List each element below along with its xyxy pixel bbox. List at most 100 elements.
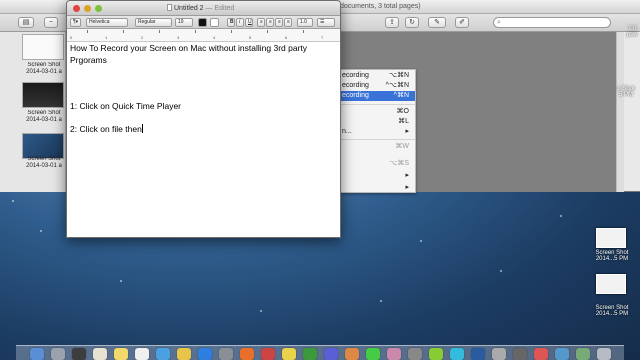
star [380,300,382,302]
menu-item: ecording ^⌥⌘N [341,81,415,91]
quicktime-icon[interactable] [471,348,485,360]
menu-item: ▸ [341,171,415,181]
vertical-scrollbar[interactable] [616,32,624,192]
text-color-well[interactable] [198,18,207,27]
star [500,270,502,272]
app-icon-7[interactable] [387,348,401,360]
app-icon-3[interactable] [303,348,317,360]
app-icon-2[interactable] [282,348,296,360]
sidebar-toggle-button[interactable]: ▤ [18,17,34,28]
app-icon-10[interactable] [450,348,464,360]
thumbnail-label-line2: 2014-03-01 a [26,117,62,123]
safari-icon[interactable] [156,348,170,360]
desktop-label-top: 7.0 psw [624,26,640,38]
textedit-window: Untitled 2 — Edited ¶▾ Helvetica Regular… [66,0,341,238]
italic-button[interactable]: I [236,18,244,27]
menu-item-shortcut: ⌘L [398,118,409,125]
app-icon-4[interactable] [324,348,338,360]
desktop-file-label[interactable]: n Shot 5 PM [612,86,640,98]
app-icon-5[interactable] [345,348,359,360]
ruler-tick [231,30,232,33]
desktop-file-label-line2: 5 PM [618,92,633,98]
text-line: 2: Click on file then [70,124,143,135]
line-spacing-select[interactable]: 1.0 [297,18,313,27]
menu-separator [341,104,415,105]
app-store-icon[interactable] [198,348,212,360]
menu-item-shortcut: ▸ [405,128,409,135]
menu-item-shortcut: ⌘O [396,108,409,115]
desktop-screenshot-thumb[interactable] [596,228,626,248]
app-icon-1[interactable] [261,348,275,360]
markup-button[interactable]: ✎ [428,17,446,28]
thumbnail-2[interactable] [22,82,64,108]
app-icon-8[interactable] [408,348,422,360]
app-icon-14[interactable] [555,348,569,360]
menu-item-label: ecording [342,82,369,89]
ruler-number: 6 [285,35,288,40]
preview-title: documents, 3 total pages) [340,3,421,10]
file-menu-screenshot: ecording ⌥⌘N ecording ^⌥⌘N ecording ^⌘N ⌘O … [340,69,416,193]
zoom-out-button[interactable]: − [44,17,58,28]
search-input[interactable]: ⌕ [493,17,611,28]
align-left-button[interactable]: ≡ [257,18,265,27]
downloads-icon[interactable] [576,348,590,360]
justify-button[interactable]: ≡ [284,18,292,27]
bold-button[interactable]: B [227,18,235,27]
chrome-icon[interactable] [177,348,191,360]
format-bar: ¶▾ Helvetica Regular 19 B I U ≡ ≡ ≡ ≡ 1.… [67,16,340,29]
launchpad-icon[interactable] [51,348,65,360]
desktop-file-label[interactable]: Screen Shot 2014...5 PM [588,305,636,317]
close-button[interactable] [73,5,80,12]
font-size-select[interactable]: 19 [175,18,193,27]
app-icon-11[interactable] [492,348,506,360]
menu-item-shortcut: ⌥⌘S [389,160,409,167]
ruler-tick [159,30,160,33]
ruler-tick [267,30,268,33]
menu-item-shortcut: ▸ [405,172,409,179]
app-icon-13[interactable] [534,348,548,360]
highlight-color-well[interactable] [210,18,219,27]
star [120,280,122,282]
minimize-button[interactable] [84,5,91,12]
menu-item: ⌘O [341,107,415,117]
calendar-icon[interactable] [93,348,107,360]
zoom-button[interactable] [95,5,102,12]
align-center-button[interactable]: ≡ [266,18,274,27]
system-preferences-icon[interactable] [219,348,233,360]
font-family-select[interactable]: Helvetica [86,18,128,27]
document-icon [167,4,172,11]
desktop-file-label-line2: 2014...5 PM [595,311,629,317]
ruler[interactable]: 0 1 2 3 4 5 6 7 [67,29,340,42]
reminders-icon[interactable] [135,348,149,360]
thumbnail-label-line1: Screen Shot [27,110,61,116]
edit-button[interactable]: ✐ [455,17,469,28]
ruler-number: 5 [249,35,252,40]
list-bullets-select[interactable]: ☰ [317,18,335,27]
menu-item-shortcut: ⌥⌘N [388,72,409,79]
app-icon-12[interactable] [513,348,527,360]
desktop-screenshot-thumb[interactable] [596,274,626,294]
text-line: Prgorams [70,55,107,65]
underline-button[interactable]: U [245,18,253,27]
share-button[interactable]: ⇪ [385,17,399,28]
finder-icon[interactable] [30,348,44,360]
thumbnail-1[interactable] [22,34,64,60]
app-icon-6[interactable] [366,348,380,360]
notes-icon[interactable] [114,348,128,360]
paragraph-style-menu[interactable]: ¶▾ [70,18,81,27]
textedit-titlebar[interactable]: Untitled 2 — Edited [67,1,340,16]
desktop-file-label[interactable]: Screen Shot 2014...5 PM [588,250,636,262]
mission-control-icon[interactable] [72,348,86,360]
window-title: Untitled 2 — Edited [167,4,234,12]
trash-icon[interactable] [597,348,611,360]
preview-sidebar: Screen Shot 2014-03-01 a Screen Shot 201… [0,32,66,192]
firefox-icon[interactable] [240,348,254,360]
rotate-button[interactable]: ↻ [405,17,419,28]
star [420,240,422,242]
typeface-select[interactable]: Regular [135,18,172,27]
search-icon: ⌕ [497,19,501,26]
text-line: How To Record your Screen on Mac without… [70,43,308,53]
align-right-button[interactable]: ≡ [275,18,283,27]
app-icon-9[interactable] [429,348,443,360]
edited-status: — Edited [205,5,235,12]
